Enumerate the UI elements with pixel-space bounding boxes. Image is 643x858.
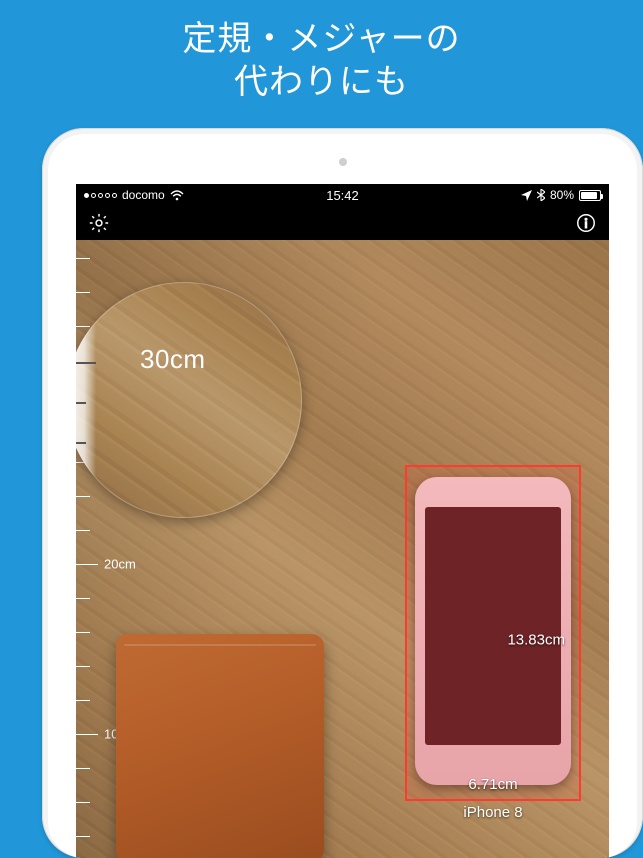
app-store-screenshot: 定規・メジャーの 代わりにも docomo 15 <box>0 0 643 858</box>
battery-percent: 80% <box>550 188 574 202</box>
promo-line-2: 代わりにも <box>0 61 643 104</box>
wifi-icon <box>170 190 184 201</box>
app-toolbar <box>76 206 609 240</box>
detected-object-name: iPhone 8 <box>463 804 522 821</box>
magnifier-label: 30cm <box>140 344 206 375</box>
camera-view[interactable]: 20cm 10cm <box>76 240 609 858</box>
info-icon <box>575 212 597 234</box>
status-clock: 15:42 <box>326 188 359 203</box>
promo-headline: 定規・メジャーの 代わりにも <box>0 18 643 103</box>
carrier-label: docomo <box>122 188 165 202</box>
detected-phone-screen <box>425 507 561 745</box>
wallet-object <box>116 634 324 858</box>
measured-width: 6.71cm <box>468 776 517 793</box>
ipad-camera-dot <box>339 158 347 166</box>
signal-strength-icon <box>84 193 117 198</box>
magnifier-lens: 30cm <box>76 282 302 518</box>
measurement-box[interactable]: 13.83cm 6.71cm iPhone 8 <box>405 465 581 801</box>
info-button[interactable] <box>573 210 599 236</box>
battery-icon <box>579 190 601 201</box>
magnified-ruler-edge <box>76 282 96 518</box>
location-icon <box>521 190 532 201</box>
ipad-frame: docomo 15:42 80% <box>42 128 643 858</box>
measured-height: 13.83cm <box>507 631 565 648</box>
status-bar: docomo 15:42 80% <box>76 184 609 206</box>
promo-line-1: 定規・メジャーの <box>182 20 460 58</box>
bluetooth-icon <box>537 189 545 201</box>
ruler-label-20: 20cm <box>104 557 136 572</box>
gear-icon <box>88 212 110 234</box>
device-screen: docomo 15:42 80% <box>76 184 609 858</box>
ipad-inner: docomo 15:42 80% <box>48 134 637 858</box>
settings-button[interactable] <box>86 210 112 236</box>
